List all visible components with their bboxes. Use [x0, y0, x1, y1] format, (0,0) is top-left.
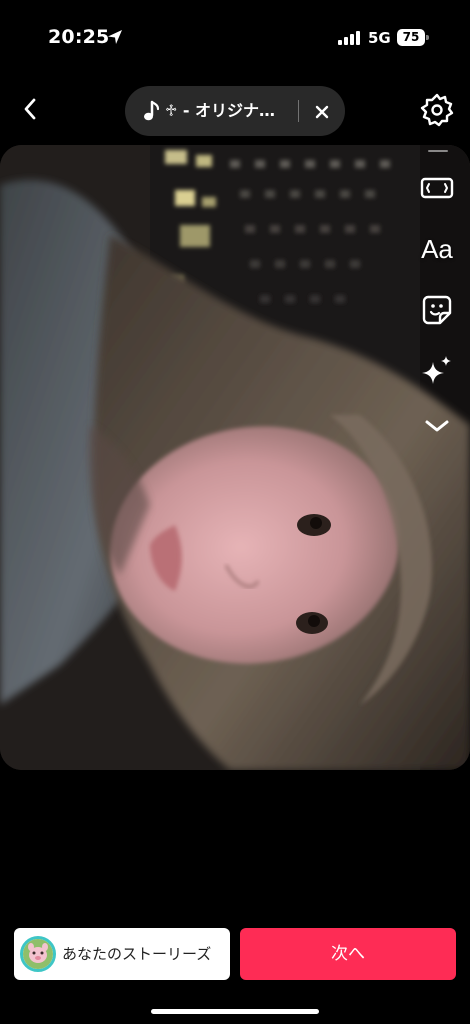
next-label: 次へ	[331, 944, 365, 964]
sticker-button[interactable]	[416, 290, 458, 330]
settings-button[interactable]	[419, 92, 455, 128]
music-note-icon	[144, 100, 160, 121]
effects-button[interactable]	[416, 351, 458, 391]
pill-divider	[298, 100, 299, 122]
photo-preview[interactable]	[0, 145, 470, 770]
aspect-ratio-button[interactable]	[416, 168, 458, 208]
close-icon	[315, 105, 329, 119]
your-story-button[interactable]: あなたのストーリーズ	[14, 928, 230, 980]
next-button[interactable]: 次へ	[240, 928, 456, 980]
sparkle-effects-icon	[422, 356, 451, 384]
remove-sound-button[interactable]	[309, 99, 335, 125]
selfie-photo	[0, 145, 470, 770]
status-time: 20:25	[48, 26, 110, 48]
tools-handle	[428, 150, 448, 152]
signal-bars-icon	[338, 31, 360, 45]
avatar-image	[23, 939, 53, 969]
aspect-ratio-icon	[420, 177, 454, 199]
sound-title: ♱ - オリジナ…	[165, 101, 276, 120]
home-indicator	[151, 1009, 319, 1014]
your-story-label: あなたのストーリーズ	[62, 945, 212, 963]
back-button[interactable]	[14, 92, 46, 126]
sound-selector[interactable]: ♱ - オリジナ…	[125, 86, 345, 136]
status-bar: 20:25 5G 75	[0, 0, 470, 70]
back-chevron-icon	[24, 98, 36, 120]
avatar	[20, 936, 56, 972]
battery-icon: 75	[397, 29, 429, 46]
chevron-down-icon	[425, 420, 449, 432]
location-arrow-icon	[108, 30, 122, 44]
network-type: 5G	[368, 29, 391, 47]
sticker-icon	[422, 295, 452, 325]
gear-icon	[420, 93, 454, 127]
text-icon: Aa	[421, 233, 453, 264]
text-button[interactable]: Aa	[416, 229, 458, 269]
battery-level: 75	[402, 30, 420, 44]
more-tools-button[interactable]	[416, 406, 458, 446]
